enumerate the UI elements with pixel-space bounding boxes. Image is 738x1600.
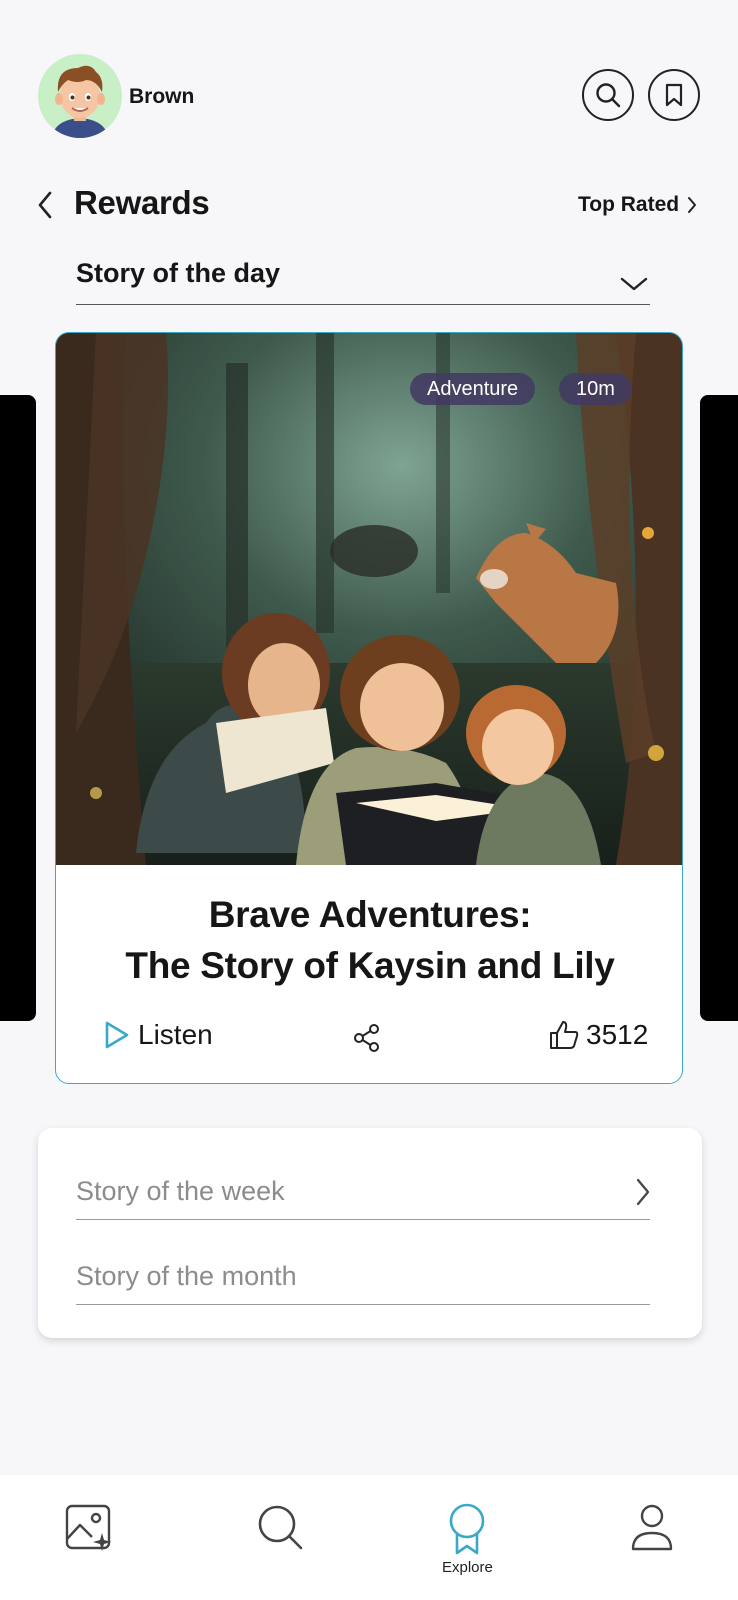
share-button[interactable] — [353, 1023, 381, 1058]
nav-gallery[interactable] — [64, 1503, 114, 1553]
bookmark-button[interactable] — [648, 69, 700, 121]
genre-tag: Adventure — [410, 373, 536, 405]
story-title-line-1: Brave Adventures: — [208, 894, 532, 935]
story-title: Brave Adventures: The Story of Kaysin an… — [56, 889, 682, 991]
nav-profile[interactable] — [630, 1503, 674, 1551]
dropdown-selected-value: Story of the day — [76, 258, 281, 288]
nav-search[interactable] — [256, 1503, 304, 1551]
listen-label: Listen — [138, 1019, 213, 1050]
bookmark-icon — [665, 83, 683, 107]
top-rated-label: Top Rated — [578, 193, 680, 216]
story-of-the-week-row[interactable]: Story of the week — [76, 1164, 650, 1220]
featured-story-card[interactable]: Adventure 10m Brave Adventures: The Stor… — [55, 332, 683, 1084]
story-of-the-month-row[interactable]: Story of the month — [76, 1249, 650, 1305]
share-icon — [354, 1024, 379, 1052]
chevron-right-icon — [636, 1178, 650, 1205]
nav-explore-label: Explore — [442, 1559, 493, 1576]
like-button[interactable]: 3512 — [548, 1019, 648, 1051]
avatar[interactable] — [38, 54, 122, 138]
previous-card-peek[interactable] — [0, 395, 36, 1021]
chevron-right-icon — [688, 197, 697, 213]
listen-button[interactable]: Listen — [104, 1019, 213, 1051]
boy-avatar-illustration — [52, 65, 108, 138]
bottom-navigation: Explore — [0, 1475, 738, 1600]
duration-tag: 10m — [559, 373, 632, 405]
story-of-the-month-label: Story of the month — [76, 1261, 297, 1291]
story-cover-illustration — [56, 333, 682, 865]
gallery-sparkle-icon — [65, 1504, 111, 1551]
story-of-the-week-label: Story of the week — [76, 1176, 285, 1206]
award-icon — [450, 1503, 485, 1555]
profile-icon — [631, 1504, 673, 1551]
top-rated-link[interactable]: Top Rated — [578, 193, 697, 217]
thumbs-up-icon — [550, 1021, 579, 1049]
search-button[interactable] — [582, 69, 634, 121]
search-icon — [596, 83, 621, 108]
chevron-down-icon — [620, 277, 648, 290]
back-button[interactable] — [32, 188, 58, 222]
nav-explore[interactable]: Explore — [442, 1503, 493, 1576]
story-period-dropdown[interactable]: Story of the day — [76, 253, 650, 305]
next-card-peek[interactable] — [700, 395, 738, 1021]
chevron-left-icon — [38, 191, 52, 219]
play-icon — [105, 1021, 129, 1049]
card-actions: Listen 3512 — [56, 1019, 682, 1059]
page-title: Rewards — [74, 184, 210, 221]
other-stories-panel — [38, 1128, 702, 1338]
user-name: Brown — [129, 85, 195, 108]
search-icon — [258, 1505, 303, 1550]
likes-count: 3512 — [586, 1019, 649, 1050]
story-title-line-2: The Story of Kaysin and Lily — [125, 945, 615, 986]
